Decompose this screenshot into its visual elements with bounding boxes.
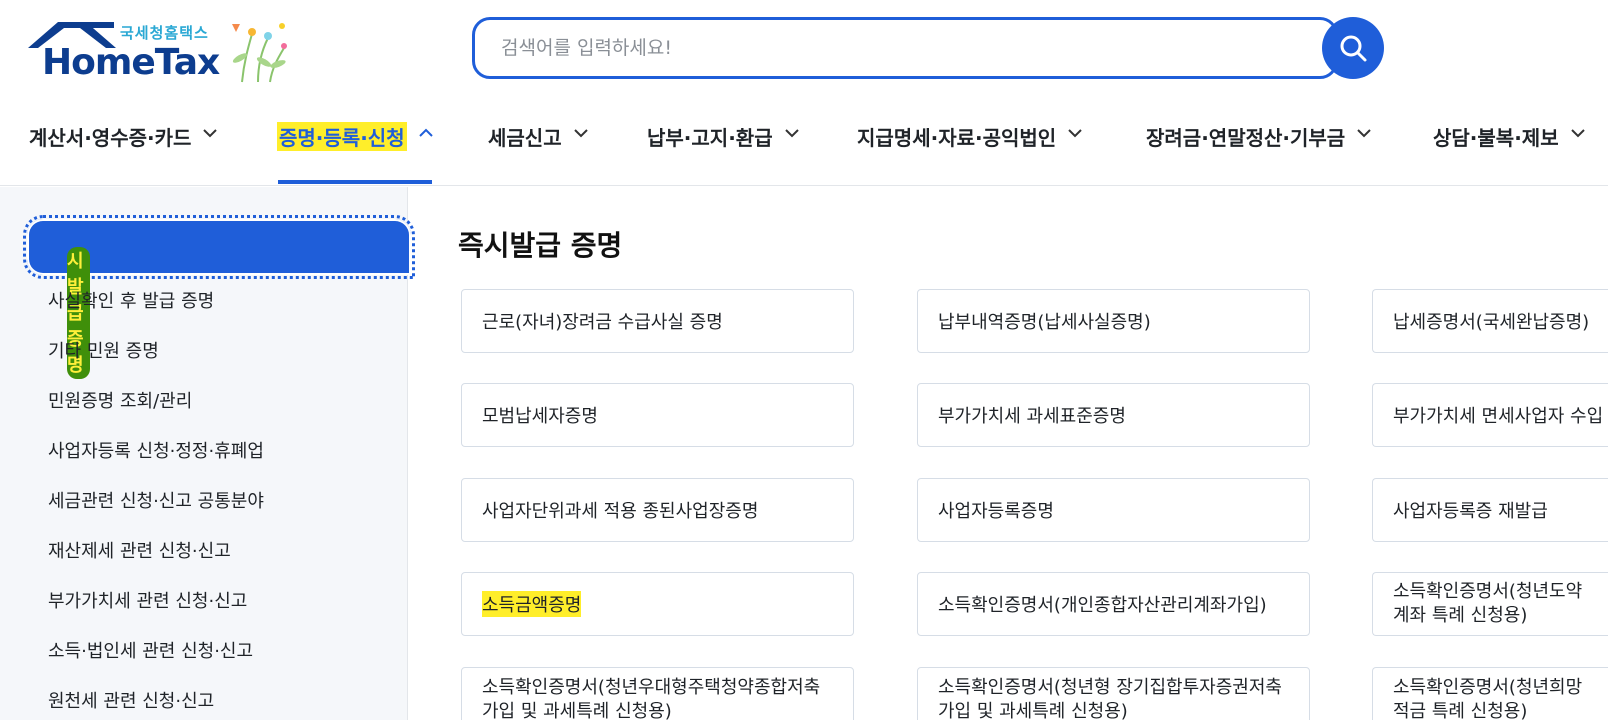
card-income-youth-leap[interactable]: 소득확인증명서(청년도약계좌 특례 신청용) <box>1372 572 1608 636</box>
card-label: 소득금액증명 <box>482 591 582 617</box>
gnb-item-payment-statement[interactable]: 지급명세·자료·공익법인 <box>857 110 1082 186</box>
global-navigation: 계산서·영수증·카드 증명·등록·신청 세금신고 납부·고지·환급 지급명세·자… <box>0 110 1608 186</box>
search-input[interactable] <box>472 17 1338 79</box>
flower-deco-icon <box>232 23 287 83</box>
gnb-item-label: 세금신고 <box>488 126 562 150</box>
sidebar-item-certificate-manage[interactable]: 민원증명 조회/관리 <box>48 387 192 413</box>
gnb-item-consult[interactable]: 상담·불복·제보 <box>1433 110 1585 186</box>
gnb-item-label: 장려금·연말정산·기부금 <box>1146 126 1346 150</box>
gnb-item-label: 상담·불복·제보 <box>1433 126 1559 150</box>
card-vat-tax-base[interactable]: 부가가치세 과세표준증명 <box>917 383 1310 447</box>
card-income-youth-fund[interactable]: 소득확인증명서(청년형 장기집합투자증권저축 가입 및 과세특례 신청용) <box>917 667 1310 720</box>
card-tax-payment-certificate[interactable]: 납세증명서(국세완납증명) <box>1372 289 1608 353</box>
gnb-item-tax-report[interactable]: 세금신고 <box>488 110 588 186</box>
card-income-youth-housing[interactable]: 소득확인증명서(청년우대형주택청약종합저축 가입 및 과세특례 신청용) <box>461 667 854 720</box>
chevron-down-icon <box>573 129 588 138</box>
gnb-active-indicator <box>278 180 432 184</box>
gnb-item-certificate[interactable]: 증명·등록·신청 <box>277 110 433 186</box>
page-title: 즉시발급 증명 <box>458 229 623 262</box>
sidebar-item-other-certificate[interactable]: 기타 민원 증명 <box>48 337 159 363</box>
left-sidebar: 즉시발급 증명 사실확인 후 발급 증명 기타 민원 증명 민원증명 조회/관리… <box>0 187 415 720</box>
gnb-item-payment[interactable]: 납부·고지·환급 <box>647 110 799 186</box>
gnb-item-label: 증명·등록·신청 <box>277 122 407 151</box>
chevron-down-icon <box>1068 129 1082 138</box>
card-business-registration-reissue[interactable]: 사업자등록증 재발급 <box>1372 478 1608 542</box>
card-business-unit-taxation[interactable]: 사업자단위과세 적용 종된사업장증명 <box>461 478 854 542</box>
site-header: 국세청홈택스 HomeTax 계산서·영수증·카드 <box>0 0 1608 186</box>
logo-subtitle: 국세청홈택스 <box>120 24 209 42</box>
chevron-down-icon <box>203 129 218 138</box>
sidebar-item-business-registration[interactable]: 사업자등록 신청·정정·휴폐업 <box>48 437 264 463</box>
sidebar-item-withholding-tax[interactable]: 원천세 관련 신청·신고 <box>48 687 214 713</box>
chevron-down-icon <box>1357 129 1371 138</box>
search-button[interactable] <box>1322 17 1384 79</box>
sidebar-item-property-tax[interactable]: 재산제세 관련 신청·신고 <box>48 537 231 563</box>
card-income-amount[interactable]: 소득금액증명 <box>461 572 854 636</box>
card-income-isa[interactable]: 소득확인증명서(개인종합자산관리계좌가입) <box>917 572 1310 636</box>
card-payment-history[interactable]: 납부내역증명(납세사실증명) <box>917 289 1310 353</box>
hometax-logo[interactable]: 국세청홈택스 HomeTax <box>28 18 298 84</box>
gnb-item-invoice[interactable]: 계산서·영수증·카드 <box>29 110 218 186</box>
chevron-down-icon <box>784 129 799 138</box>
sidebar-item-income-corporate-tax[interactable]: 소득·법인세 관련 신청·신고 <box>48 637 253 663</box>
gnb-item-incentive[interactable]: 장려금·연말정산·기부금 <box>1146 110 1371 186</box>
logo-title: HomeTax <box>42 42 220 83</box>
card-business-registration-certificate[interactable]: 사업자등록증명 <box>917 478 1310 542</box>
chevron-down-icon <box>1570 129 1585 138</box>
gnb-item-label: 납부·고지·환급 <box>647 126 773 150</box>
gnb-item-label: 계산서·영수증·카드 <box>29 126 192 150</box>
search-bar <box>472 17 1388 79</box>
sidebar-item-tax-common[interactable]: 세금관련 신청·신고 공통분야 <box>48 487 264 513</box>
search-icon <box>1340 35 1367 62</box>
card-model-taxpayer[interactable]: 모범납세자증명 <box>461 383 854 447</box>
gnb-item-label: 지급명세·자료·공익법인 <box>857 126 1057 150</box>
chevron-up-icon <box>418 128 433 137</box>
sidebar-item-vat[interactable]: 부가가치세 관련 신청·신고 <box>48 587 247 613</box>
sidebar-item-instant-certificate[interactable]: 즉시발급 증명 <box>23 215 415 379</box>
sidebar-item-verified-certificate[interactable]: 사실확인 후 발급 증명 <box>48 287 214 313</box>
card-earned-income-credit[interactable]: 근로(자녀)장려금 수급사실 증명 <box>461 289 854 353</box>
card-income-youth-hope[interactable]: 소득확인증명서(청년희망적금 특례 신청용) <box>1372 667 1608 720</box>
card-vat-exempt-income[interactable]: 부가가치세 면세사업자 수입 <box>1372 383 1608 447</box>
